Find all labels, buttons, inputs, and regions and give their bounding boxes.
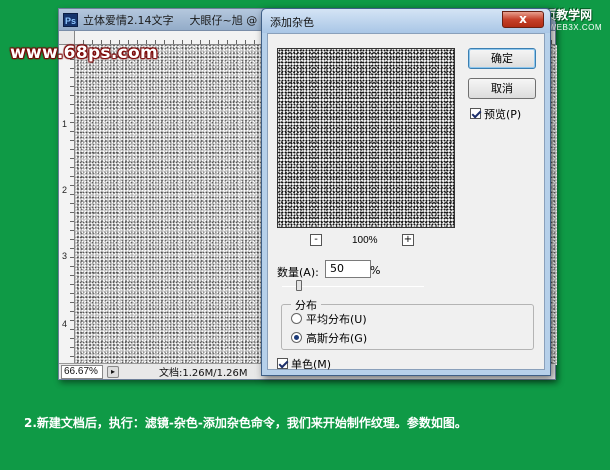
zoom-out-button[interactable]: - — [310, 234, 322, 246]
document-title: 立体爱情2.14文字 — [83, 13, 174, 27]
amount-label: 数量(A): — [277, 266, 319, 279]
radio-gaussian[interactable]: 高斯分布(G) — [291, 330, 367, 346]
distribution-group: 分布 平均分布(U) 高斯分布(G) — [281, 297, 534, 350]
amount-input[interactable]: 50 — [325, 260, 371, 278]
dialog-titlebar[interactable]: 添加杂色 x — [262, 9, 550, 33]
cancel-button[interactable]: 取消 — [468, 78, 536, 99]
radio-gaussian-icon — [291, 332, 302, 343]
zoom-in-button[interactable]: + — [402, 234, 414, 246]
ruler-mark: 3 — [62, 251, 68, 261]
preview-zoom-percent: 100% — [352, 235, 378, 246]
zoom-level-field[interactable]: 66.67% — [61, 364, 103, 379]
dialog-body: - 100% + 确定 取消 预览(P) 数量(A): 50 % 分布 平均分布… — [267, 33, 545, 372]
amount-slider-thumb[interactable] — [296, 280, 302, 291]
radio-uniform-label: 平均分布(U) — [306, 313, 367, 326]
document-size-info: 文档:1.26M/1.26M — [159, 368, 248, 379]
preview-checkbox[interactable]: 预览(P) — [470, 106, 521, 122]
photoshop-app-icon: Ps — [63, 12, 78, 27]
ruler-mark: 4 — [62, 319, 68, 329]
amount-slider-track[interactable] — [282, 286, 424, 287]
checkmark-icon — [470, 108, 481, 119]
ruler-vertical[interactable]: 1 2 3 4 — [59, 45, 75, 365]
dialog-title: 添加杂色 — [270, 16, 314, 29]
add-noise-dialog: 添加杂色 x - 100% + 确定 取消 预览(P) 数量(A): 50 % … — [261, 8, 551, 376]
radio-uniform[interactable]: 平均分布(U) — [291, 311, 367, 327]
amount-unit: % — [370, 264, 381, 277]
site-watermark-logo: www.68ps.com — [10, 43, 158, 63]
status-menu-icon[interactable]: ▸ — [107, 365, 119, 378]
checkmark-icon — [277, 358, 288, 369]
close-icon[interactable]: x — [502, 11, 544, 28]
ruler-mark: 2 — [62, 185, 68, 195]
tutorial-caption: 2.新建文档后，执行：滤镜-杂色-添加杂色命令，我们来开始制作纹理。参数如图。 — [24, 416, 467, 430]
monochromatic-checkbox[interactable]: 单色(M) — [277, 356, 331, 372]
ruler-mark: 1 — [62, 119, 68, 129]
radio-gaussian-label: 高斯分布(G) — [306, 332, 368, 345]
filter-preview[interactable] — [277, 48, 455, 228]
ok-button[interactable]: 确定 — [468, 48, 536, 69]
monochromatic-label: 单色(M) — [291, 358, 332, 371]
preview-checkbox-label: 预览(P) — [484, 108, 522, 121]
radio-uniform-icon — [291, 313, 302, 324]
